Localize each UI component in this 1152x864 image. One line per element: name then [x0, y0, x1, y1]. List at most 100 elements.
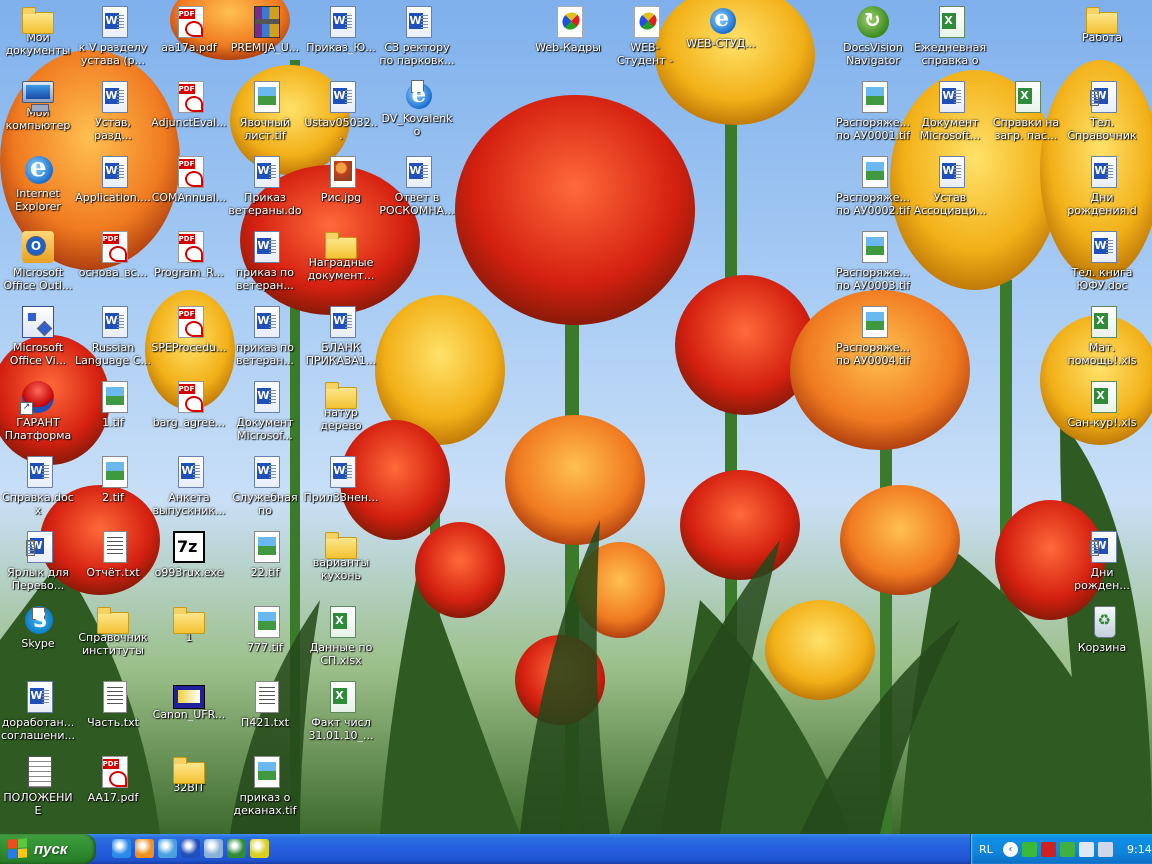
desktop-icon[interactable]: Данные по СП.xlsx — [303, 603, 379, 675]
desktop-icon[interactable]: SPEProcedu... — [151, 303, 227, 375]
desktop-icon[interactable]: приказ о деканах.tif — [227, 753, 303, 825]
desktop-icon[interactable]: Корзина — [1064, 603, 1140, 675]
desktop-icon[interactable]: Application.... — [75, 153, 151, 225]
app-icon[interactable] — [250, 839, 269, 858]
desktop-icon[interactable]: COMAnnual... — [151, 153, 227, 225]
desktop-icon-label: Skype — [21, 637, 55, 650]
start-button[interactable]: пуск — [0, 834, 96, 864]
desktop-icon[interactable]: Приказ_Ю... — [303, 3, 379, 75]
desktop-icon[interactable]: Явочный лист.tif — [227, 78, 303, 150]
desktop-icon[interactable]: Дни рождения.doc — [1064, 153, 1140, 225]
desktop-icon[interactable]: Рис.jpg — [303, 153, 379, 225]
printer-icon[interactable] — [1079, 841, 1094, 857]
network-icon[interactable] — [204, 839, 223, 858]
desktop-icon[interactable]: ПОЛОЖЕНИЕ — [0, 753, 76, 825]
desktop-icon[interactable]: Program_R... — [151, 228, 227, 300]
clock[interactable]: 9:14 — [1127, 843, 1152, 856]
desktop-icon[interactable]: Устав Ассоциаци... — [912, 153, 988, 225]
desktop-icon[interactable]: aa17a.pdf — [151, 3, 227, 75]
desktop-icon[interactable]: Справка.docx — [0, 453, 76, 525]
desktop-icon[interactable]: 2.tif — [75, 453, 151, 525]
network-status-icon[interactable] — [1060, 841, 1075, 857]
desktop-icon[interactable]: DV_Kovalenko — [379, 78, 455, 150]
desktop-icon[interactable]: 22.tif — [227, 528, 303, 600]
desktop-icon[interactable]: Служебная по ветеранам.... — [227, 453, 303, 525]
internet-explorer-icon[interactable] — [112, 839, 131, 858]
outlook-icon — [22, 231, 54, 263]
desktop-icon[interactable]: варианты кухонь — [303, 528, 379, 600]
desktop-icon[interactable]: WEB-Студент - — [607, 3, 683, 75]
desktop-icon[interactable]: основа_вс... — [75, 228, 151, 300]
desktop-icon[interactable]: Устав, разд... — [75, 78, 151, 150]
volume-icon[interactable] — [1098, 841, 1113, 857]
desktop-icon[interactable]: Анкета выпускник... — [151, 453, 227, 525]
desktop-icon[interactable]: Прил33нен... — [303, 453, 379, 525]
desktop-icon[interactable]: Ярлык для Перево... — [0, 528, 76, 600]
desktop-icon[interactable]: ГАРАНТ Платформа ... — [0, 378, 76, 450]
desktop-icon[interactable]: натур дерево — [303, 378, 379, 450]
desktop-icon[interactable]: БЛАНК ПРИКАЗА1... — [303, 303, 379, 375]
desktop-icon[interactable]: Отчёт.txt — [75, 528, 151, 600]
desktop-icon[interactable]: Приказ ветераны.doc — [227, 153, 303, 225]
outlook-express-icon[interactable] — [158, 839, 177, 858]
desktop-icon[interactable]: Справочник институты — [75, 603, 151, 675]
desktop-icon[interactable]: Документ Microsof... — [227, 378, 303, 450]
desktop-icon[interactable]: Факт числ 31.01.10_... — [303, 678, 379, 750]
desktop-icon[interactable]: Internet Explorer — [0, 153, 76, 225]
desktop-icon[interactable]: DocsVision Navigator — [835, 3, 911, 75]
desktop-icon[interactable]: П421.txt — [227, 678, 303, 750]
desktop-icon-label: Ответ в РОСКОМНА... — [379, 191, 455, 217]
desktop-icon[interactable]: barg_agree... — [151, 378, 227, 450]
show-hidden-icons-chevron-icon[interactable]: ‹ — [1003, 841, 1018, 857]
desktop-icon[interactable]: AdjunctEval... — [151, 78, 227, 150]
desktop-icon[interactable]: Skype — [0, 603, 76, 675]
media-player-icon[interactable] — [135, 839, 154, 858]
desktop-icon[interactable]: WEB-СТУД... — [683, 3, 759, 75]
desktop-icon[interactable]: Наградные документ... — [303, 228, 379, 300]
desktop-icon[interactable]: СЗ ректору по парковк... — [379, 3, 455, 75]
desktop-icon[interactable]: Часть.txt — [75, 678, 151, 750]
desktop-icon[interactable]: Работа — [1064, 3, 1140, 75]
desktop-icon[interactable]: Сан-кур!.xls — [1064, 378, 1140, 450]
desktop-icon[interactable]: o993rux.exe — [151, 528, 227, 600]
desktop-icon[interactable]: 777.tif — [227, 603, 303, 675]
desktop-icon[interactable]: PREMIJA_U... — [227, 3, 303, 75]
desktop-icon[interactable]: Документ Microsoft... — [912, 78, 988, 150]
antivirus-icon[interactable] — [1022, 841, 1037, 857]
desktop-icon[interactable]: Ежедневная справка о м... — [912, 3, 988, 75]
excel-icon[interactable] — [227, 839, 246, 858]
desktop-icon[interactable]: Тел. книга ЮФУ.doc — [1064, 228, 1140, 300]
desktop-icon[interactable]: Распоряже... по АУ0003.tif — [835, 228, 911, 300]
desktop-icon[interactable]: приказ по ветеран... — [227, 303, 303, 375]
desktop-icon[interactable]: Распоряже... по АУ0002.tif — [835, 153, 911, 225]
desktop-icon[interactable]: доработан... соглашени... — [0, 678, 76, 750]
desktop-icon[interactable]: Мат. помощь!.xls — [1064, 303, 1140, 375]
kaspersky-icon[interactable] — [1041, 841, 1056, 857]
desktop-icon[interactable]: 32BIT — [151, 753, 227, 825]
desktop-icon[interactable]: к V разделу устава (р... — [75, 3, 151, 75]
desktop-icon[interactable]: Дни рожден... — [1064, 528, 1140, 600]
desktop-icon[interactable]: Ответ в РОСКОМНА... — [379, 153, 455, 225]
desktop-icon[interactable]: Ustav05032... — [303, 78, 379, 150]
desktop-icon[interactable]: AA17.pdf — [75, 753, 151, 825]
desktop-icon[interactable]: 1.tif — [75, 378, 151, 450]
desktop-icon[interactable]: приказ по ветеран... — [227, 228, 303, 300]
word-icon[interactable] — [181, 839, 200, 858]
desktop-icon[interactable]: Справки на загр. пас... — [988, 78, 1064, 150]
desktop-icon[interactable]: Мой компьютер — [0, 78, 76, 150]
desktop-icon-label: 22.tif — [250, 566, 280, 579]
desktop-icon[interactable]: Мои документы — [0, 3, 76, 75]
language-indicator[interactable]: RL — [979, 843, 997, 856]
desktop-icon[interactable]: Распоряже... по АУ0004.tif — [835, 303, 911, 375]
desktop-icon-label: Отчёт.txt — [86, 566, 140, 579]
desktop-icon[interactable]: 1 — [151, 603, 227, 675]
desktop-icon[interactable]: Microsoft Office Outl... — [0, 228, 76, 300]
desktop-icon[interactable]: Canon_UFR... — [151, 678, 227, 750]
desktop-icon[interactable]: Microsoft Office Vi... — [0, 303, 76, 375]
desktop[interactable]: Мои документы Мой компьютер Internet Explo… — [0, 0, 1152, 834]
desktop-icon[interactable]: Russian Language C... — [75, 303, 151, 375]
desktop-icon[interactable]: Распоряже... по АУ0001.tif — [835, 78, 911, 150]
desktop-icon-label: П421.txt — [241, 716, 289, 729]
desktop-icon[interactable]: Web-Кадры — [530, 3, 606, 75]
desktop-icon[interactable]: Тел. Справочник — [1064, 78, 1140, 150]
